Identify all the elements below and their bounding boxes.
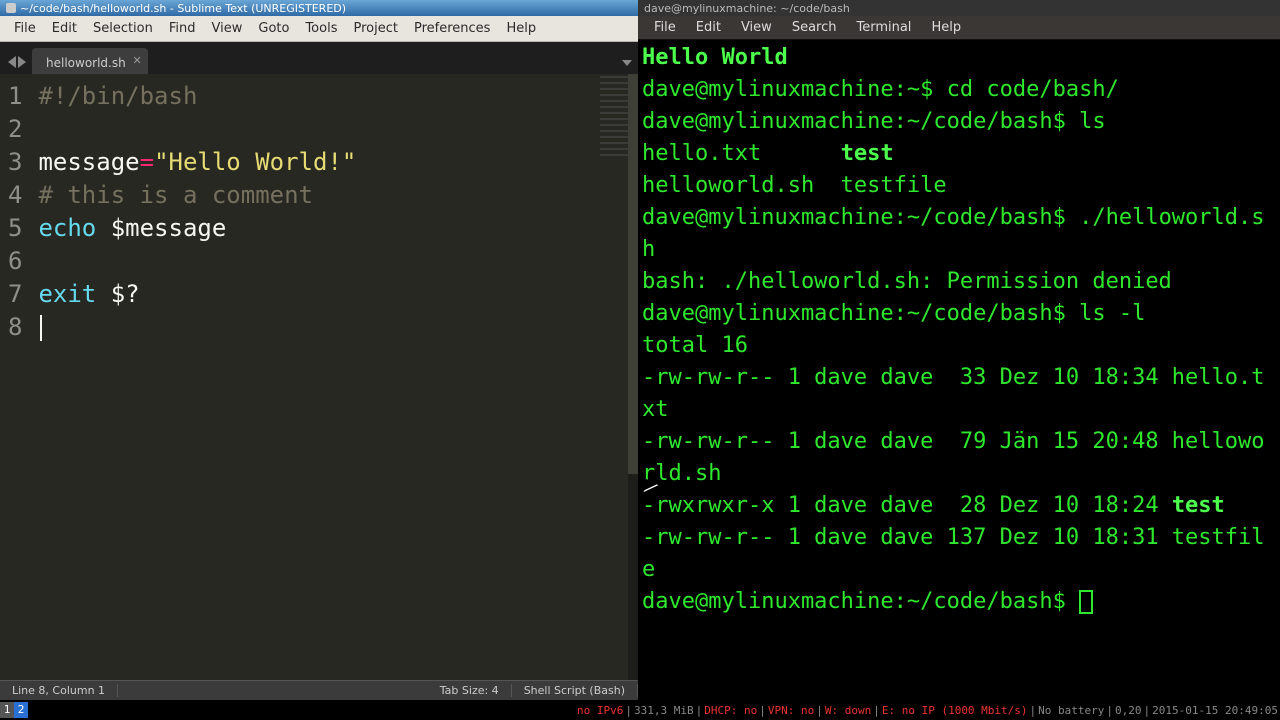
line-gutter: 1 2 3 4 5 6 7 8 bbox=[0, 74, 32, 680]
tm-perm-denied: bash: ./helloworld.sh: Permission denied bbox=[642, 269, 1172, 294]
sublime-editor[interactable]: 1 2 3 4 5 6 7 8 #!/bin/bash message="Hel… bbox=[0, 74, 638, 680]
status-noipv6: no IPv6 bbox=[575, 704, 625, 717]
terminal-window: dave@mylinuxmachine: ~/code/bash File Ed… bbox=[638, 0, 1280, 700]
status-battery: No battery bbox=[1036, 704, 1106, 717]
sublime-title-text: ~/code/bash/helloworld.sh - Sublime Text… bbox=[20, 2, 346, 15]
workspace-1[interactable]: 1 bbox=[0, 702, 14, 718]
status-position[interactable]: Line 8, Column 1 bbox=[0, 684, 118, 697]
status-syntax[interactable]: Shell Script (Bash) bbox=[512, 684, 638, 697]
menu-edit[interactable]: Edit bbox=[44, 19, 85, 38]
status-mem: 331,3 MiB bbox=[632, 704, 696, 717]
tab-helloworld[interactable]: helloworld.sh ✕ bbox=[32, 48, 148, 74]
code-line-5-kw: echo bbox=[38, 214, 96, 242]
vertical-scrollbar[interactable] bbox=[628, 74, 638, 680]
code-area[interactable]: #!/bin/bash message="Hello World!" # thi… bbox=[32, 74, 356, 680]
status-dhcp: DHCP: no bbox=[702, 704, 759, 717]
sublime-statusbar: Line 8, Column 1 Tab Size: 4 Shell Scrip… bbox=[0, 680, 638, 700]
workspace-switcher: 1 2 bbox=[0, 702, 28, 718]
code-line-7-kw: exit bbox=[38, 280, 96, 308]
tm-prompt-bash-4: dave@mylinuxmachine:~/code/bash$ bbox=[642, 589, 1079, 614]
tm-menu-edit[interactable]: Edit bbox=[686, 18, 731, 37]
forward-icon[interactable] bbox=[18, 56, 26, 68]
terminal-menubar: File Edit View Search Terminal Help bbox=[638, 16, 1280, 40]
menu-goto[interactable]: Goto bbox=[250, 19, 297, 38]
workspace-2[interactable]: 2 bbox=[14, 702, 28, 718]
sublime-window: ~/code/bash/helloworld.sh - Sublime Text… bbox=[0, 0, 638, 700]
menu-file[interactable]: File bbox=[6, 19, 44, 38]
menu-find[interactable]: Find bbox=[161, 19, 204, 38]
sublime-menubar: File Edit Selection Find View Goto Tools… bbox=[0, 16, 638, 42]
terminal-titlebar[interactable]: dave@mylinuxmachine: ~/code/bash bbox=[638, 0, 1280, 16]
code-line-1: #!/bin/bash bbox=[38, 82, 197, 110]
tm-menu-terminal[interactable]: Terminal bbox=[846, 18, 921, 37]
scrollbar-thumb[interactable] bbox=[628, 74, 638, 474]
menu-project[interactable]: Project bbox=[345, 19, 405, 38]
text-cursor bbox=[40, 315, 42, 341]
tm-menu-search[interactable]: Search bbox=[782, 18, 847, 37]
code-line-4: # this is a comment bbox=[38, 181, 313, 209]
app-icon bbox=[6, 3, 16, 13]
menu-view[interactable]: View bbox=[204, 19, 251, 38]
status-eth: E: no IP (1000 Mbit/s) bbox=[880, 704, 1030, 717]
tab-close-icon[interactable]: ✕ bbox=[133, 54, 142, 67]
status-vpn: VPN: no bbox=[766, 704, 816, 717]
tm-menu-file[interactable]: File bbox=[644, 18, 686, 37]
status-panel: 1 2 no IPv6| 331,3 MiB| DHCP: no| VPN: n… bbox=[0, 700, 1280, 720]
status-tabsize[interactable]: Tab Size: 4 bbox=[428, 684, 512, 697]
tab-dropdown-icon[interactable] bbox=[622, 60, 632, 66]
tab-label: helloworld.sh bbox=[46, 56, 126, 70]
tm-prompt-bash-2: dave@mylinuxmachine:~/code/bash$ bbox=[642, 205, 1079, 230]
tm-prompt-bash-1: dave@mylinuxmachine:~/code/bash$ bbox=[642, 109, 1079, 134]
back-icon[interactable] bbox=[8, 56, 16, 68]
tm-menu-help[interactable]: Help bbox=[921, 18, 971, 37]
sublime-titlebar[interactable]: ~/code/bash/helloworld.sh - Sublime Text… bbox=[0, 0, 638, 16]
terminal-body[interactable]: Hello World dave@mylinuxmachine:~$ cd co… bbox=[638, 40, 1280, 700]
status-load: 0,20 bbox=[1113, 704, 1144, 717]
tm-prompt-home: dave@mylinuxmachine:~$ bbox=[642, 77, 947, 102]
tm-menu-view[interactable]: View bbox=[731, 18, 782, 37]
sublime-tabstrip: helloworld.sh ✕ bbox=[0, 42, 638, 74]
status-datetime: 2015-01-15 20:49:05 bbox=[1150, 704, 1280, 717]
terminal-title-text: dave@mylinuxmachine: ~/code/bash bbox=[644, 2, 850, 15]
tm-prompt-bash-3: dave@mylinuxmachine:~/code/bash$ bbox=[642, 301, 1079, 326]
status-wdown: W: down bbox=[823, 704, 873, 717]
code-line-3-var: message bbox=[38, 148, 139, 176]
terminal-cursor bbox=[1079, 590, 1093, 614]
tm-out-hello: Hello World bbox=[642, 45, 788, 70]
menu-preferences[interactable]: Preferences bbox=[406, 19, 498, 38]
menu-tools[interactable]: Tools bbox=[297, 19, 345, 38]
menu-help[interactable]: Help bbox=[498, 19, 544, 38]
menu-selection[interactable]: Selection bbox=[85, 19, 161, 38]
